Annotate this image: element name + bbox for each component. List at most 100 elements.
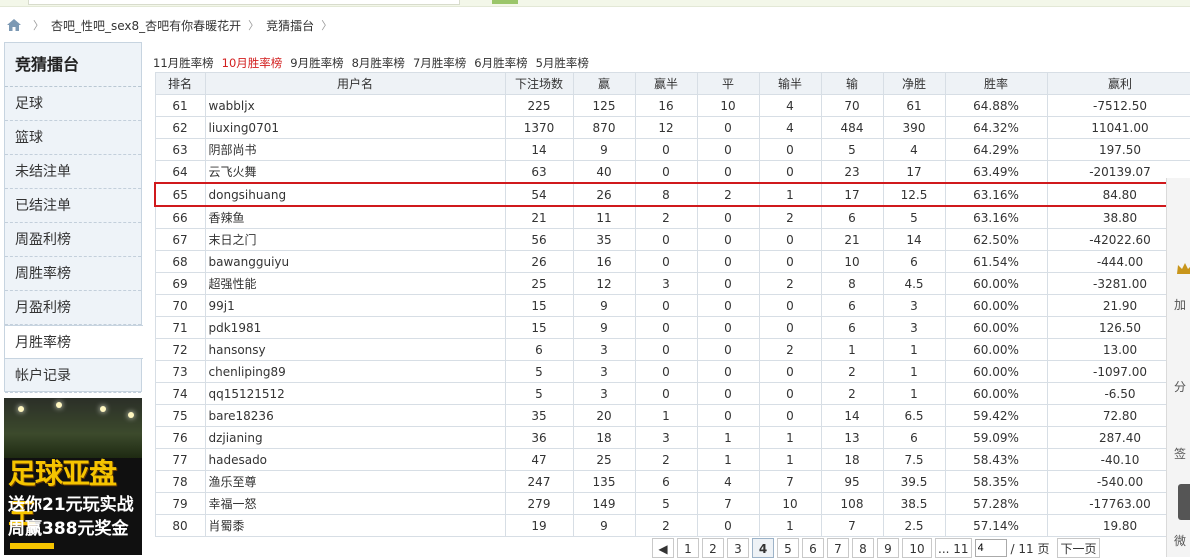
cell-rank: 72 bbox=[154, 338, 206, 361]
float-item-points[interactable]: 分 bbox=[1174, 378, 1186, 395]
next-page-button[interactable]: 下一页 bbox=[1057, 538, 1100, 558]
float-item-weixin[interactable]: 微 bbox=[1174, 532, 1186, 549]
cell-net-win: 2.5 bbox=[882, 514, 946, 537]
cell-lose: 6 bbox=[820, 205, 884, 229]
cell-username[interactable]: 香辣鱼 bbox=[204, 205, 506, 229]
cell-draw: 1 bbox=[696, 426, 760, 449]
cell-win-rate: 58.35% bbox=[944, 470, 1048, 493]
cell-draw: 0 bbox=[696, 160, 760, 184]
cell-lose: 484 bbox=[820, 116, 884, 139]
cell-half-win: 6 bbox=[634, 470, 698, 493]
sidebar-item-weekly-winrate[interactable]: 周胜率榜 bbox=[5, 257, 141, 291]
sidebar-item-account-records[interactable]: 帐户记录 bbox=[5, 359, 141, 393]
cell-username[interactable]: hansonsy bbox=[204, 338, 506, 361]
float-item-checkin[interactable]: 签 bbox=[1174, 445, 1186, 462]
cell-username[interactable]: chenliping89 bbox=[204, 360, 506, 383]
cell-username[interactable]: 云飞火舞 bbox=[204, 160, 506, 184]
cell-username[interactable]: 末日之门 bbox=[204, 228, 506, 251]
mobile-device-icon[interactable] bbox=[1178, 484, 1190, 520]
sidebar-item-football[interactable]: 足球 bbox=[5, 87, 141, 121]
page-link[interactable]: 3 bbox=[727, 538, 749, 558]
page-link[interactable]: 10 bbox=[902, 538, 932, 558]
page-link[interactable]: 9 bbox=[877, 538, 899, 558]
cell-username[interactable]: 99j1 bbox=[204, 294, 506, 317]
tab-month-11[interactable]: 11月胜率榜 bbox=[153, 55, 214, 70]
stadium-light-icon bbox=[128, 412, 134, 418]
table-row: 79 幸福一怒 279 149 5 7 10 108 38.5 57.28% -17763.00 bbox=[154, 492, 1190, 515]
sidebar-item-monthly-profit[interactable]: 月盈利榜 bbox=[5, 291, 141, 325]
page-link[interactable]: 2 bbox=[702, 538, 724, 558]
cell-bet-count: 19 bbox=[504, 514, 574, 537]
cell-username[interactable]: liuxing0701 bbox=[204, 116, 506, 139]
cell-bet-count: 6 bbox=[504, 338, 574, 361]
cell-bet-count: 26 bbox=[504, 250, 574, 273]
table-header-row: 排名 用户名 下注场数 赢 赢半 平 输半 输 净胜 胜率 赢利 bbox=[154, 72, 1190, 95]
cell-rank: 65 bbox=[154, 182, 206, 207]
cell-username[interactable]: bare18236 bbox=[204, 404, 506, 427]
cell-username[interactable]: bawangguiyu bbox=[204, 250, 506, 273]
cell-net-win: 4.5 bbox=[882, 272, 946, 295]
cell-bet-count: 5 bbox=[504, 382, 574, 405]
tab-month-9[interactable]: 9月胜率榜 bbox=[290, 55, 343, 70]
cell-username[interactable]: pdk1981 bbox=[204, 316, 506, 339]
tab-month-5[interactable]: 5月胜率榜 bbox=[536, 55, 589, 70]
page-jump-input[interactable] bbox=[974, 539, 1007, 557]
table-row: 76 dzjianing 36 18 3 1 1 13 6 59.09% 287.40 bbox=[154, 426, 1190, 449]
header-half-lose: 输半 bbox=[758, 72, 822, 95]
cell-username[interactable]: 幸福一怒 bbox=[204, 492, 506, 515]
cell-half-lose: 0 bbox=[758, 138, 822, 161]
cell-username[interactable]: 超强性能 bbox=[204, 272, 506, 295]
home-icon[interactable] bbox=[6, 18, 22, 32]
cell-username[interactable]: dzjianing bbox=[204, 426, 506, 449]
cell-username[interactable]: hadesado bbox=[204, 448, 506, 471]
cell-rank: 64 bbox=[154, 160, 206, 184]
cell-lose: 21 bbox=[820, 228, 884, 251]
promo-banner[interactable]: 足球亚盘王 送你21元玩实战 周赢388元奖金 bbox=[4, 398, 142, 555]
tab-month-7[interactable]: 7月胜率榜 bbox=[413, 55, 466, 70]
cell-username[interactable]: 肖蜀黍 bbox=[204, 514, 506, 537]
page-link[interactable]: 6 bbox=[802, 538, 824, 558]
page-link[interactable]: 7 bbox=[827, 538, 849, 558]
tab-month-8[interactable]: 8月胜率榜 bbox=[352, 55, 405, 70]
search-box-edge[interactable] bbox=[28, 0, 460, 5]
cell-username[interactable]: wabbljx bbox=[204, 94, 506, 117]
table-row: 71 pdk1981 15 9 0 0 0 6 3 60.00% 126.50 bbox=[154, 316, 1190, 339]
cell-half-lose: 0 bbox=[758, 294, 822, 317]
cell-win: 3 bbox=[572, 382, 636, 405]
header-win: 赢 bbox=[572, 72, 636, 95]
page-link[interactable]: 8 bbox=[852, 538, 874, 558]
cell-bet-count: 36 bbox=[504, 426, 574, 449]
float-item-add[interactable]: 加 bbox=[1174, 296, 1186, 313]
sidebar-item-weekly-profit[interactable]: 周盈利榜 bbox=[5, 223, 141, 257]
cell-username[interactable]: 渔乐至尊 bbox=[204, 470, 506, 493]
page-link[interactable]: 1 bbox=[677, 538, 699, 558]
page-link[interactable]: 5 bbox=[777, 538, 799, 558]
search-button-edge[interactable] bbox=[492, 0, 518, 4]
cell-username[interactable]: qq15121512 bbox=[204, 382, 506, 405]
cell-bet-count: 15 bbox=[504, 316, 574, 339]
breadcrumb-site-link[interactable]: 杏吧_性吧_sex8_杏吧有你春暖花开 bbox=[51, 17, 241, 34]
cell-username[interactable]: 阴部尚书 bbox=[204, 138, 506, 161]
prev-page-button[interactable]: ◀ bbox=[652, 538, 674, 558]
tab-month-10[interactable]: 10月胜率榜 bbox=[222, 55, 283, 70]
breadcrumb-section-link[interactable]: 竞猜擂台 bbox=[266, 17, 314, 34]
cell-lose: 6 bbox=[820, 294, 884, 317]
table-row: 68 bawangguiyu 26 16 0 0 0 10 6 61.54% -444.00 bbox=[154, 250, 1190, 273]
crown-icon[interactable] bbox=[1176, 262, 1190, 276]
sidebar-item-monthly-winrate[interactable]: 月胜率榜 bbox=[5, 325, 143, 359]
cell-username[interactable]: dongsihuang bbox=[204, 182, 506, 207]
cell-rank: 77 bbox=[154, 448, 206, 471]
cell-win: 25 bbox=[572, 448, 636, 471]
sidebar-item-unsettled-bets[interactable]: 未结注单 bbox=[5, 155, 141, 189]
sidebar-item-basketball[interactable]: 篮球 bbox=[5, 121, 141, 155]
cell-draw: 0 bbox=[696, 205, 760, 229]
cell-rank: 61 bbox=[154, 94, 206, 117]
banner-line-1: 送你21元玩实战 bbox=[8, 495, 134, 515]
cell-lose: 6 bbox=[820, 316, 884, 339]
cell-net-win: 39.5 bbox=[882, 470, 946, 493]
sidebar-item-settled-bets[interactable]: 已结注单 bbox=[5, 189, 141, 223]
tab-month-6[interactable]: 6月胜率榜 bbox=[474, 55, 527, 70]
cell-rank: 73 bbox=[154, 360, 206, 383]
last-page-link[interactable]: ... 11 bbox=[935, 538, 972, 558]
cell-lose: 70 bbox=[820, 94, 884, 117]
